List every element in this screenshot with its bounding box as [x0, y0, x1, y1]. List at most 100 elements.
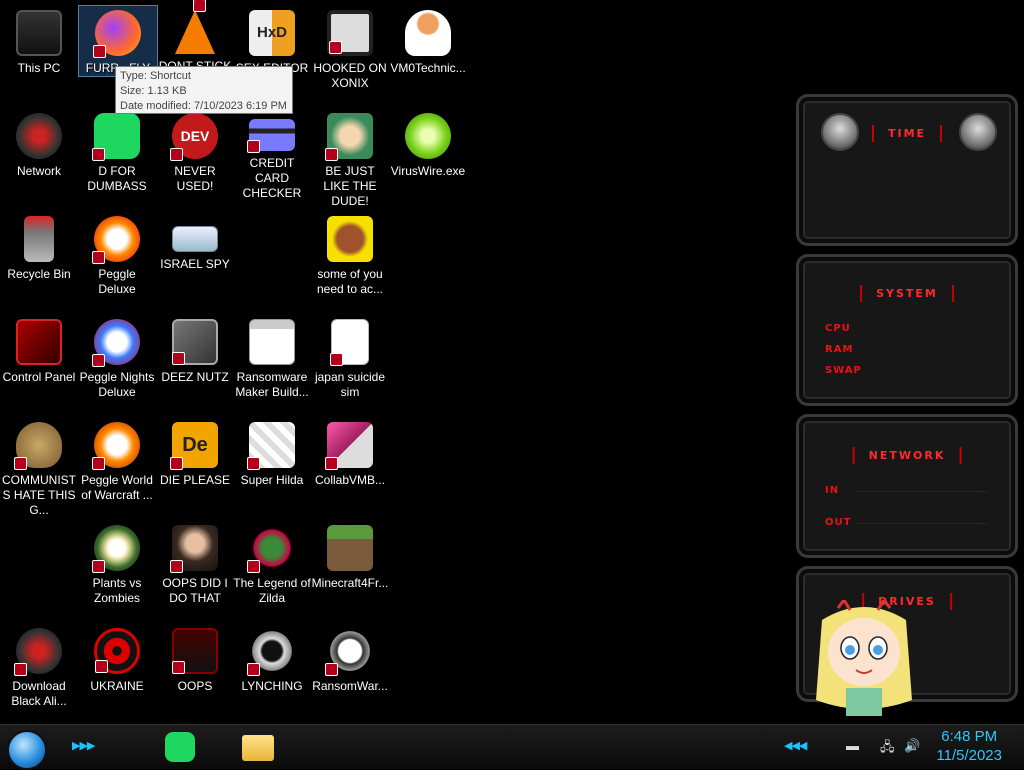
tooltip-size: Size: 1.13 KB [120, 85, 187, 97]
network-pc-icon [172, 226, 218, 252]
taskbar-chat-app[interactable] [160, 729, 200, 765]
communists-icon[interactable]: COMMUNISTS HATE THIS G... [0, 418, 78, 518]
ransomware-maker-icon[interactable]: Ransomware Maker Build... [233, 315, 311, 400]
network-alien-icon [16, 113, 62, 159]
swap-label: SWAP [825, 365, 862, 376]
computer-icon [16, 10, 62, 56]
control-panel-icon-graphic [16, 319, 62, 365]
vm0technic-icon[interactable]: VM0Technic... [389, 6, 467, 76]
icon-label: This PC [17, 61, 61, 75]
icon-label: Super Hilda [240, 473, 304, 487]
icon-label: VM0Technic... [390, 61, 466, 75]
oops-icon[interactable]: OOPS [156, 624, 234, 694]
control-panel-icon[interactable]: Control Panel [0, 315, 78, 385]
cartoon-character [816, 600, 912, 716]
never-used-icon[interactable]: DEV NEVER USED! [156, 109, 234, 194]
pixel-hero-icon [247, 525, 295, 573]
peggle-deluxe-icon[interactable]: Peggle Deluxe [78, 212, 156, 297]
clock[interactable]: 6:48 PM 11/5/2023 [936, 727, 1002, 765]
die-please-icon[interactable]: De DIE PLEASE [156, 418, 234, 488]
network-status-icon[interactable]: 🖧 [880, 738, 895, 760]
volume-icon[interactable]: 🔊 [904, 738, 920, 754]
shortcut-tooltip: Type: Shortcut Size: 1.13 KB Date modifi… [115, 66, 293, 114]
super-hilda-icon[interactable]: Super Hilda [233, 418, 311, 488]
hooked-on-xonix-icon[interactable]: HOOKED ON XONIX [311, 6, 389, 91]
icon-label: HOOKED ON XONIX [313, 61, 387, 90]
icon-label: OOPS DID I DO THAT [162, 576, 228, 605]
peggle-icon [92, 422, 140, 470]
desktop[interactable]: This PC Network Recycle Bin Control Pane… [0, 0, 1024, 724]
notification-icon[interactable]: ▬ [846, 738, 859, 753]
peggle-icon [92, 319, 140, 367]
alien-laptop-icon [172, 628, 218, 674]
technician-icon [405, 10, 451, 56]
skull-icon [325, 628, 373, 676]
credit-card-icon [247, 119, 295, 153]
peggle-icon [92, 216, 140, 264]
icon-label: D FOR DUMBASS [87, 164, 147, 193]
cpu-label: CPU [825, 323, 851, 334]
document-icon [330, 319, 369, 366]
folder-icon [242, 735, 274, 761]
credit-card-checker-icon[interactable]: CREDIT CARD CHECKER [233, 109, 311, 201]
icon-label: Peggle Nights Deluxe [79, 370, 155, 399]
viruswire-icon[interactable]: VirusWire.exe [389, 109, 467, 179]
ukraine-icon[interactable]: UKRAINE [78, 624, 156, 694]
ransomware-icon[interactable]: RansomWar... [311, 624, 389, 694]
chevron-right-icon: ▶▶▶ [72, 740, 95, 752]
elf-face-icon [325, 113, 373, 161]
some-of-you-icon[interactable]: some of you need to ac... [311, 212, 389, 297]
out-graph [857, 523, 987, 524]
icon-label: some of you need to ac... [316, 267, 384, 296]
icon-label: BE JUST LIKE THE DUDE! [323, 164, 377, 208]
portrait-icon [170, 525, 218, 573]
time-title: TIME [871, 125, 943, 142]
plants-vs-zombies-icon[interactable]: Plants vs Zombies [78, 521, 156, 606]
oops-did-i-icon[interactable]: OOPS DID I DO THAT [156, 521, 234, 606]
windows-stack-icon [172, 319, 218, 365]
de-icon: De [170, 422, 218, 470]
deez-nutz-icon[interactable]: DEEZ NUTZ [156, 315, 234, 385]
icon-label: Peggle World of Warcraft ... [81, 473, 153, 502]
japan-suicide-sim-icon[interactable]: japan suicide sim [311, 315, 389, 400]
lynching-icon[interactable]: LYNCHING [233, 624, 311, 694]
icon-label: RansomWar... [312, 679, 388, 693]
alien-head-icon [959, 113, 997, 151]
chevron-left-icon: ◀◀◀ [784, 740, 807, 752]
peggle-nights-icon[interactable]: Peggle Nights Deluxe [78, 315, 156, 400]
icon-label: COMMUNISTS HATE THIS G... [2, 473, 76, 517]
recycle-bin-icon[interactable]: Recycle Bin [0, 212, 78, 282]
be-like-the-dude-icon[interactable]: BE JUST LIKE THE DUDE! [311, 109, 389, 209]
icon-label: Download Black Ali... [11, 679, 67, 708]
icon-label: UKRAINE [90, 679, 144, 693]
ram-label: RAM [825, 344, 854, 355]
out-label: OUT [825, 517, 852, 528]
icon-label: OOPS [177, 679, 213, 693]
hxd-icon: HxD [249, 10, 295, 56]
legend-of-zilda-icon[interactable]: The Legend of Zilda [233, 521, 311, 606]
start-button[interactable] [7, 730, 47, 770]
israel-spy-icon[interactable]: ISRAEL SPY [156, 212, 234, 272]
icon-label: Minecraft4Fr... [311, 576, 389, 590]
network-title: NETWORK [852, 447, 962, 464]
collabvm-icon[interactable]: CollabVMB... [311, 418, 389, 488]
d-for-dumbass-icon[interactable]: D FOR DUMBASS [78, 109, 156, 194]
flower-icon [92, 525, 140, 573]
icon-label: Peggle Deluxe [98, 267, 136, 296]
window-icon [249, 319, 295, 365]
icon-label: ISRAEL SPY [160, 257, 230, 271]
download-black-alien-icon[interactable]: Download Black Ali... [0, 624, 78, 709]
minecraft-icon[interactable]: Minecraft4Fr... [311, 521, 389, 591]
network-icon[interactable]: Network [0, 109, 78, 179]
icon-label: Recycle Bin [7, 267, 71, 281]
alien-icon [14, 628, 62, 676]
firefox-icon [93, 10, 141, 58]
taskbar-file-explorer[interactable] [238, 729, 278, 765]
chat-icon [92, 113, 140, 161]
dont-stick-icon[interactable]: DONT STICK [156, 0, 234, 74]
money-bag-icon [14, 422, 62, 470]
this-pc-icon[interactable]: This PC [0, 6, 78, 76]
grass-block-icon [327, 525, 373, 571]
time-gadget: TIME [796, 94, 1018, 246]
peggle-wow-icon[interactable]: Peggle World of Warcraft ... [78, 418, 156, 503]
